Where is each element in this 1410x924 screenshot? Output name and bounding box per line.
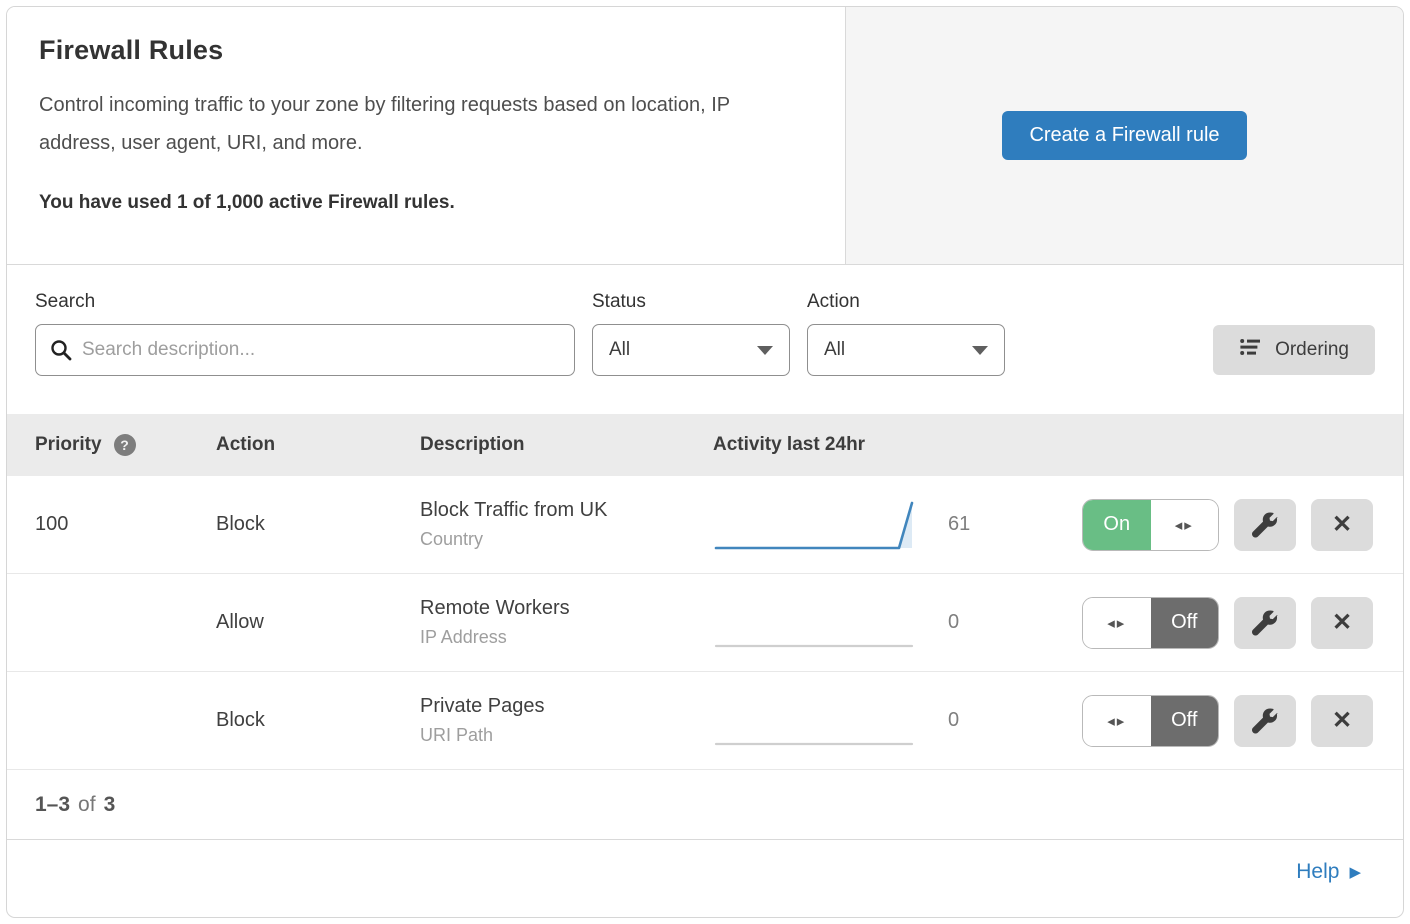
close-icon: ✕ — [1332, 706, 1352, 735]
toggle-on-segment: On — [1083, 500, 1151, 550]
wrench-icon — [1252, 610, 1278, 636]
rule-action: Allow — [216, 611, 420, 634]
edit-rule-button[interactable] — [1234, 597, 1296, 649]
rule-action: Block — [216, 513, 420, 536]
status-select[interactable]: All — [592, 324, 790, 376]
search-icon — [49, 338, 73, 367]
action-select[interactable]: All — [807, 324, 1005, 376]
column-header-activity: Activity last 24hr — [713, 434, 1403, 456]
usage-note: You have used 1 of 1,000 active Firewall… — [39, 192, 813, 214]
status-filter-group: Status All — [592, 291, 790, 376]
delete-rule-button[interactable]: ✕ — [1311, 597, 1373, 649]
toggle-handle-icon: ◂▸ — [1083, 598, 1151, 648]
rule-description: Remote Workers — [420, 597, 713, 620]
rule-match-type: IP Address — [420, 627, 713, 648]
rule-enabled-toggle[interactable]: ◂▸ Off — [1082, 597, 1219, 649]
close-icon: ✕ — [1332, 510, 1352, 539]
page-description: Control incoming traffic to your zone by… — [39, 86, 809, 162]
action-label: Action — [807, 291, 1005, 313]
filter-bar: Search Status All Action All — [7, 265, 1403, 414]
search-input[interactable] — [35, 324, 575, 376]
delete-rule-button[interactable]: ✕ — [1311, 499, 1373, 551]
hero-text-panel: Firewall Rules Control incoming traffic … — [7, 7, 846, 264]
ordered-list-icon — [1239, 337, 1263, 363]
chevron-down-icon — [972, 346, 988, 355]
search-label: Search — [35, 291, 575, 313]
table-row: Block Private Pages URI Path 0 ◂▸ Off ✕ — [7, 672, 1403, 770]
wrench-icon — [1252, 512, 1278, 538]
rule-enabled-toggle[interactable]: On ◂▸ — [1082, 499, 1219, 551]
column-header-description: Description — [420, 434, 713, 456]
hero-action-panel: Create a Firewall rule — [846, 7, 1403, 264]
priority-help-icon[interactable]: ? — [114, 434, 136, 456]
rule-enabled-toggle[interactable]: ◂▸ Off — [1082, 695, 1219, 747]
chevron-down-icon — [757, 346, 773, 355]
rule-match-type: Country — [420, 529, 713, 550]
delete-rule-button[interactable]: ✕ — [1311, 695, 1373, 747]
table-row: 100 Block Block Traffic from UK Country … — [7, 476, 1403, 574]
edit-rule-button[interactable] — [1234, 499, 1296, 551]
rule-priority: 100 — [35, 513, 216, 536]
pagination-total: 3 — [104, 793, 116, 817]
page-title: Firewall Rules — [39, 35, 813, 66]
activity-sparkline — [713, 594, 918, 652]
rule-description: Private Pages — [420, 695, 713, 718]
ordering-button[interactable]: Ordering — [1213, 325, 1375, 375]
column-header-priority: Priority — [35, 434, 102, 456]
toggle-handle-icon: ◂▸ — [1083, 696, 1151, 746]
help-link[interactable]: Help ▶ — [1296, 860, 1361, 884]
close-icon: ✕ — [1332, 608, 1352, 637]
action-filter-group: Action All — [807, 291, 1005, 376]
activity-count: 0 — [948, 709, 959, 732]
action-selected-value: All — [824, 339, 845, 361]
pagination-of: of — [78, 793, 96, 817]
edit-rule-button[interactable] — [1234, 695, 1296, 747]
rule-action: Block — [216, 709, 420, 732]
activity-sparkline — [713, 692, 918, 750]
toggle-off-segment: Off — [1151, 696, 1219, 746]
hero-section: Firewall Rules Control incoming traffic … — [7, 7, 1403, 265]
wrench-icon — [1252, 708, 1278, 734]
help-link-label: Help — [1296, 860, 1339, 884]
activity-count: 0 — [948, 611, 959, 634]
create-firewall-rule-button[interactable]: Create a Firewall rule — [1002, 111, 1246, 160]
help-bar: Help ▶ — [7, 840, 1403, 903]
table-header-row: Priority ? Action Description Activity l… — [7, 414, 1403, 476]
search-group: Search — [35, 291, 575, 376]
pagination-bar: 1–3 of 3 — [7, 770, 1403, 840]
ordering-button-label: Ordering — [1275, 339, 1349, 361]
rule-match-type: URI Path — [420, 725, 713, 746]
status-selected-value: All — [609, 339, 630, 361]
status-label: Status — [592, 291, 790, 313]
toggle-off-segment: Off — [1151, 598, 1219, 648]
table-row: Allow Remote Workers IP Address 0 ◂▸ Off… — [7, 574, 1403, 672]
toggle-handle-icon: ◂▸ — [1151, 500, 1219, 550]
pagination-range: 1–3 — [35, 793, 70, 817]
activity-count: 61 — [948, 513, 970, 536]
activity-sparkline — [713, 496, 918, 554]
chevron-right-icon: ▶ — [1349, 863, 1361, 881]
rule-description: Block Traffic from UK — [420, 499, 713, 522]
firewall-rules-card: Firewall Rules Control incoming traffic … — [6, 6, 1404, 918]
column-header-action: Action — [216, 434, 420, 456]
